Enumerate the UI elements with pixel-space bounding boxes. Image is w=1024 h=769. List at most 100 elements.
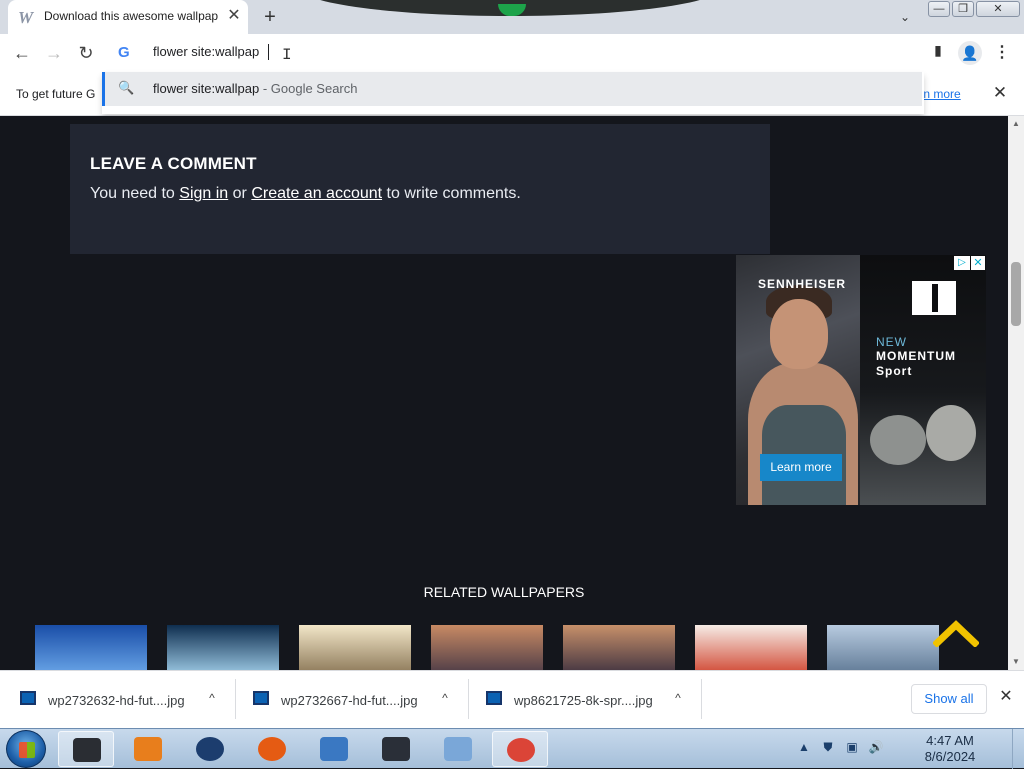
taskbar-app-chrome[interactable] [492, 731, 548, 767]
start-button[interactable] [6, 730, 46, 768]
profile-avatar-icon[interactable]: 👤 [958, 41, 982, 65]
ad-photo-left: SENNHEISER Learn more [736, 255, 860, 505]
green-indicator [498, 4, 526, 16]
page-scrollbar[interactable]: ▲ ▼ [1008, 116, 1024, 670]
network-icon[interactable]: ▣ [844, 739, 860, 755]
window-minimize-button[interactable]: — [928, 1, 950, 17]
taskbar-app-terminal[interactable] [58, 731, 114, 767]
forward-arrow-icon[interactable]: → [41, 40, 67, 66]
tab-strip: W Download this awesome wallpaper ✕ + ⌄ … [0, 0, 1024, 34]
window-close-button[interactable]: ✕ [976, 1, 1020, 17]
comment-login-prompt: You need to Sign in or Create an account… [90, 185, 521, 203]
taskbar-app-paint[interactable] [430, 731, 486, 767]
suggestion-query: flower site:wallpap [153, 81, 260, 96]
download-item[interactable]: wp2732667-hd-fut....jpg ^ [233, 679, 469, 719]
earbud-image [926, 405, 976, 461]
window-restore-button[interactable]: ❐ [952, 1, 974, 17]
image-file-icon [253, 691, 269, 705]
taskbar-app-globe[interactable] [182, 731, 238, 767]
windows-taskbar: ▲ ⛊ ▣ 🔊 4:47 AM 8/6/2024 [0, 728, 1024, 769]
taskbar-app-remote-desktop[interactable] [306, 731, 362, 767]
related-wallpaper-thumbnail[interactable] [35, 625, 147, 670]
scroll-up-arrow-icon[interactable]: ▲ [1012, 119, 1020, 128]
related-wallpaper-thumbnail[interactable] [563, 625, 675, 670]
terminal-icon [73, 738, 101, 762]
download-options-chevron-icon[interactable]: ^ [203, 689, 221, 707]
search-icon: 🔍 [118, 80, 135, 95]
suggestion-suffix: - Google Search [259, 81, 358, 96]
related-wallpaper-thumbnail[interactable] [827, 625, 939, 670]
new-tab-button[interactable]: + [258, 5, 282, 29]
image-file-icon [486, 691, 502, 705]
adchoices-icon[interactable]: ▷ [954, 256, 970, 270]
text-caret [268, 44, 269, 60]
download-shelf-close-icon[interactable]: ✕ [996, 687, 1016, 707]
windows-logo-icon [19, 742, 35, 758]
reload-icon[interactable]: ↻ [73, 40, 99, 66]
browser-tab[interactable]: W Download this awesome wallpaper ✕ [8, 0, 248, 34]
download-filename: wp8621725-8k-spr....jpg [514, 693, 653, 708]
omnibox-suggestions: 🔍 flower site:wallpap - Google Search [102, 72, 924, 114]
suggestion-text: flower site:wallpap - Google Search [153, 81, 358, 96]
browser-menu-icon[interactable]: ⋮ [992, 41, 1012, 65]
sennheiser-logo-icon [912, 281, 956, 315]
infobar-message: To get future G [16, 87, 96, 101]
suggestion-item[interactable]: 🔍 flower site:wallpap - Google Search [102, 72, 922, 106]
download-item[interactable]: wp8621725-8k-spr....jpg ^ [466, 679, 702, 719]
show-all-downloads-button[interactable]: Show all [911, 684, 987, 714]
create-account-link[interactable]: Create an account [251, 185, 382, 202]
back-arrow-icon[interactable]: ← [9, 40, 35, 66]
ad-new-label: NEW [876, 335, 907, 349]
ad-person-face [770, 299, 828, 369]
related-wallpaper-thumbnail[interactable] [299, 625, 411, 670]
monitor-icon [382, 737, 410, 761]
download-options-chevron-icon[interactable]: ^ [669, 689, 687, 707]
clock-time[interactable]: 4:47 AM [900, 733, 1000, 748]
mouse-ibeam-cursor-icon: I [282, 46, 292, 64]
related-wallpaper-thumbnail[interactable] [431, 625, 543, 670]
advertisement[interactable]: SENNHEISER Learn more NEW MOMENTUM Sport… [736, 255, 986, 505]
related-wallpaper-thumbnail[interactable] [167, 625, 279, 670]
tray-expand-icon[interactable]: ▲ [796, 739, 812, 755]
scroll-down-arrow-icon[interactable]: ▼ [1012, 657, 1020, 666]
browser-toolbar: ← → ↻ G flower site:wallpap I ▮ 👤 ⋮ [0, 34, 1024, 72]
taskbar-app-media-player[interactable] [120, 731, 176, 767]
download-filename: wp2732667-hd-fut....jpg [281, 693, 418, 708]
ad-product-variant: Sport [876, 364, 913, 378]
clock-date[interactable]: 8/6/2024 [900, 749, 1000, 764]
ad-product-panel: NEW MOMENTUM Sport [860, 255, 986, 505]
chrome-icon [507, 738, 535, 762]
download-item[interactable]: wp2732632-hd-fut....jpg ^ [0, 679, 236, 719]
google-g-icon: G [118, 44, 130, 61]
tab-search-chevron-icon[interactable]: ⌄ [894, 6, 916, 28]
system-tray: ▲ ⛊ ▣ 🔊 [796, 737, 896, 761]
side-panel-icon[interactable]: ▮ [928, 42, 948, 62]
prompt-text-after: to write comments. [382, 185, 521, 202]
infobar-close-icon[interactable]: ✕ [990, 83, 1010, 103]
scroll-to-top-icon[interactable] [933, 617, 979, 647]
image-file-icon [20, 691, 36, 705]
show-desktop-button[interactable] [1012, 729, 1024, 769]
scrollbar-thumb[interactable] [1011, 262, 1021, 326]
download-options-chevron-icon[interactable]: ^ [436, 689, 454, 707]
taskbar-app-firefox[interactable] [244, 731, 300, 767]
remote-desktop-icon [320, 737, 348, 761]
address-bar-text[interactable]: flower site:wallpap [153, 44, 259, 62]
taskbar-app-monitor[interactable] [368, 731, 424, 767]
volume-icon[interactable]: 🔊 [868, 739, 884, 755]
divider [701, 679, 702, 719]
globe-icon [196, 737, 224, 761]
earbud-image [870, 415, 926, 465]
tab-close-icon[interactable]: ✕ [224, 6, 244, 26]
ad-learn-more-button[interactable]: Learn more [760, 454, 842, 481]
security-shield-icon[interactable]: ⛊ [820, 739, 836, 755]
ad-product-name: MOMENTUM [876, 349, 956, 363]
page-content: LEAVE A COMMENT You need to Sign in or C… [0, 116, 1008, 670]
ad-close-icon[interactable]: ✕ [971, 256, 985, 270]
address-bar[interactable]: G flower site:wallpap I [102, 34, 924, 72]
related-wallpaper-thumbnail[interactable] [695, 625, 807, 670]
sign-in-link[interactable]: Sign in [179, 185, 228, 202]
paint-icon [444, 737, 472, 761]
download-filename: wp2732632-hd-fut....jpg [48, 693, 185, 708]
selection-bar [102, 72, 105, 106]
